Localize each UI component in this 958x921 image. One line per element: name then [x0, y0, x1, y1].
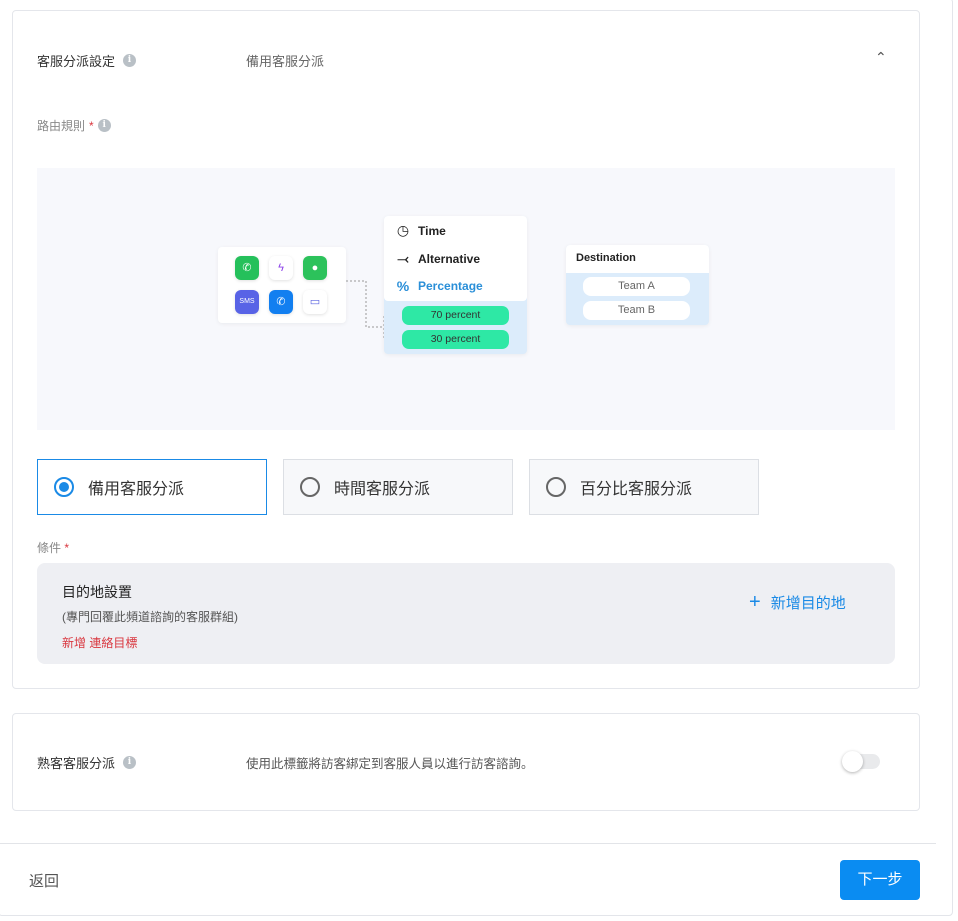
sms-icon: SMS: [235, 290, 259, 314]
radio-icon: [300, 477, 320, 497]
condition-label: 條件: [37, 541, 62, 555]
required-mark: *: [89, 118, 94, 133]
returning-dispatch-card: 熟客客服分派 i 使用此標籤將訪客綁定到客服人員以進行訪客諮詢。: [12, 713, 920, 811]
option-time-dispatch[interactable]: 時間客服分派: [283, 459, 513, 515]
whatsapp-icon: ✆: [235, 256, 259, 280]
add-contact-link[interactable]: 新增 連絡目標: [62, 634, 137, 651]
team-item: Team A: [583, 277, 690, 296]
menu-item-percentage: % Percentage: [394, 278, 483, 294]
info-icon[interactable]: i: [97, 119, 111, 132]
clock-icon: ◷: [396, 222, 410, 238]
routing-illustration: ✆ ϟ ● SMS ✆ ▭ ◷ Time ⤙ Alternative % Percen…: [37, 168, 895, 430]
info-icon[interactable]: i: [123, 756, 137, 769]
back-button[interactable]: 返回: [29, 870, 59, 891]
footer-divider: [0, 843, 936, 844]
info-icon[interactable]: i: [123, 54, 137, 67]
chevron-up-icon[interactable]: ⌃: [875, 49, 887, 66]
menu-item-time: ◷ Time: [394, 222, 446, 239]
destination-settings-box: 目的地設置 (專門回覆此頻道諮詢的客服群組) 新增 連絡目標 + 新增目的地: [37, 563, 895, 664]
dispatch-settings-card: 客服分派設定 i 備用客服分派 ⌃ 路由規則 * i ✆ ϟ ● SMS ✆ ▭…: [12, 10, 920, 689]
next-button[interactable]: 下一步: [840, 860, 920, 900]
plus-icon: +: [749, 591, 761, 613]
rule-menu: ◷ Time ⤙ Alternative % Percentage 70 percen…: [384, 216, 527, 354]
option-percentage-dispatch[interactable]: 百分比客服分派: [529, 459, 759, 515]
option-backup-dispatch[interactable]: 備用客服分派: [37, 459, 267, 515]
percent-icon: %: [396, 278, 410, 294]
team-item: Team B: [583, 301, 690, 320]
percent-pill: 30 percent: [402, 330, 509, 349]
destination-subtitle: (專門回覆此頻道諮詢的客服群組): [62, 610, 238, 624]
returning-dispatch-label: 熟客客服分派: [37, 756, 116, 771]
required-mark: *: [64, 541, 70, 555]
wechat-icon: ●: [303, 256, 327, 280]
webchat-icon: ▭: [303, 290, 327, 314]
messenger-icon: ϟ: [269, 256, 293, 280]
radio-icon: [546, 477, 566, 497]
add-destination-button[interactable]: + 新增目的地: [749, 591, 846, 614]
destination-title: Destination: [566, 245, 709, 273]
destination-title: 目的地設置: [62, 584, 132, 600]
dispatch-settings-label: 客服分派設定: [37, 54, 116, 69]
routing-rule-label: 路由規則: [37, 119, 86, 133]
destination-box: Destination Team A Team B: [566, 245, 709, 325]
menu-item-alternative: ⤙ Alternative: [394, 250, 480, 267]
percent-pill: 70 percent: [402, 306, 509, 325]
returning-dispatch-description: 使用此標籤將訪客綁定到客服人員以進行訪客諮詢。: [246, 757, 534, 771]
split-icon: ⤙: [397, 250, 409, 266]
radio-icon: [54, 477, 74, 497]
returning-dispatch-toggle[interactable]: [842, 751, 880, 772]
channels-box: ✆ ϟ ● SMS ✆ ▭: [218, 247, 346, 323]
dispatch-settings-value: 備用客服分派: [246, 54, 325, 69]
phone-icon: ✆: [269, 290, 293, 314]
